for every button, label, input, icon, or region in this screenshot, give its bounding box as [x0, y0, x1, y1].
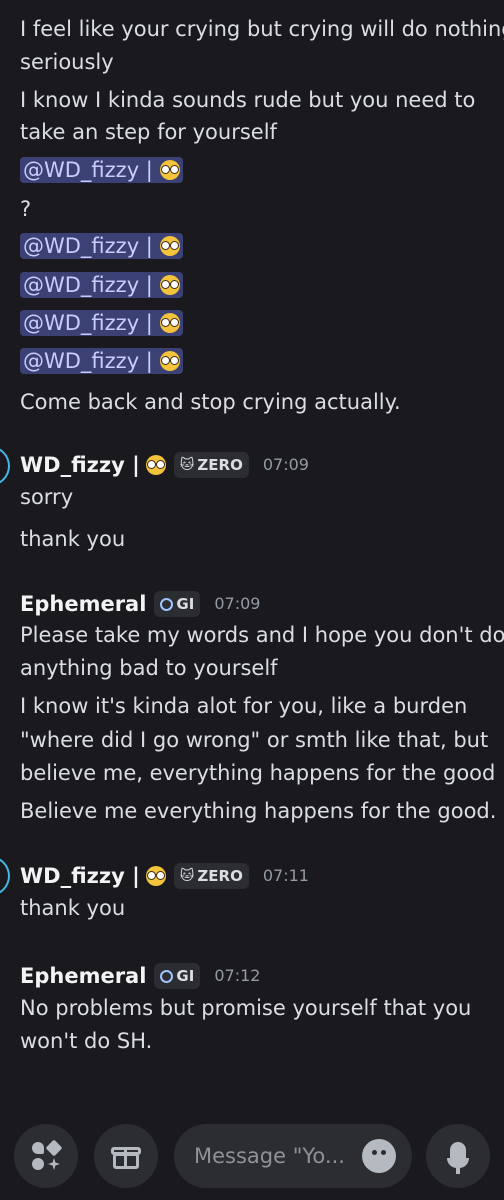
avatar[interactable]: [0, 446, 10, 486]
message-line: No problems but promise yourself that yo…: [20, 996, 472, 1020]
user-mention[interactable]: @WD_fizzy |: [20, 157, 183, 183]
moon-icon: [160, 597, 174, 611]
nerd-emoji-icon: [159, 313, 180, 333]
timestamp: 07:09: [214, 594, 261, 613]
message-line: "where did I go wrong" or smth like that…: [20, 728, 489, 752]
chat-messages: I feel like your crying but crying will …: [0, 0, 504, 1100]
message-line: thank you: [20, 896, 126, 920]
message-line: I feel like your crying but crying will …: [20, 17, 504, 41]
username[interactable]: Ephemeral: [20, 590, 146, 618]
guild-tag[interactable]: GI: [154, 963, 201, 989]
nerd-emoji-icon: [159, 160, 180, 180]
message-line: Please take my words and I hope you don'…: [20, 623, 504, 647]
avatar[interactable]: [0, 856, 10, 896]
message-line: Believe me everything happens for the go…: [20, 799, 497, 823]
mention-message: @WD_fizzy |: [20, 157, 183, 183]
message-line: take an step for yourself: [20, 120, 277, 144]
guild-tag[interactable]: GI: [154, 591, 201, 617]
mic-icon: [426, 1124, 490, 1188]
mention-message: @WD_fizzy |: [20, 233, 183, 259]
apps-icon: [31, 1139, 63, 1171]
nerd-emoji-icon: [145, 866, 166, 886]
cat-icon: 🐱: [179, 457, 195, 473]
message-line: believe me, everything happens for the g…: [20, 761, 496, 785]
message-line: ?: [20, 197, 32, 221]
message-header: WD_fizzy | 🐱 ZERO 07:11: [20, 862, 309, 890]
timestamp: 07:09: [262, 455, 309, 474]
gift-icon: [111, 1143, 141, 1169]
user-mention[interactable]: @WD_fizzy |: [20, 348, 183, 374]
composer-bar: Message "Yo...: [0, 1100, 504, 1200]
timestamp: 07:12: [214, 966, 261, 985]
apps-button[interactable]: [14, 1124, 78, 1188]
message-header: Ephemeral GI 07:12: [20, 962, 260, 990]
message-line: I know I kinda sounds rude but you need …: [20, 88, 476, 112]
message-line: thank you: [20, 527, 126, 551]
nerd-emoji-icon: [145, 455, 166, 475]
gift-button[interactable]: [94, 1124, 158, 1188]
mention-message: @WD_fizzy |: [20, 348, 183, 374]
voice-message-button[interactable]: [426, 1124, 490, 1188]
mention-message: @WD_fizzy |: [20, 272, 183, 298]
username[interactable]: WD_fizzy |: [20, 862, 140, 890]
guild-tag[interactable]: 🐱 ZERO: [173, 863, 249, 889]
message-header: Ephemeral GI 07:09: [20, 590, 260, 618]
moon-icon: [160, 969, 174, 983]
nerd-emoji-icon: [159, 351, 180, 371]
nerd-emoji-icon: [159, 236, 180, 256]
message-line: seriously: [20, 50, 114, 74]
username[interactable]: Ephemeral: [20, 962, 146, 990]
cat-icon: 🐱: [179, 868, 195, 884]
message-input[interactable]: Message "Yo...: [174, 1124, 412, 1188]
guild-tag[interactable]: 🐱 ZERO: [173, 452, 249, 478]
message-line: won't do SH.: [20, 1029, 153, 1053]
emoji-icon[interactable]: [362, 1139, 396, 1173]
user-mention[interactable]: @WD_fizzy |: [20, 272, 183, 298]
message-line: anything bad to yourself: [20, 656, 278, 680]
nerd-emoji-icon: [159, 275, 180, 295]
message-line: sorry: [20, 485, 74, 509]
mention-message: @WD_fizzy |: [20, 310, 183, 336]
username[interactable]: WD_fizzy |: [20, 451, 140, 479]
message-header: WD_fizzy | 🐱 ZERO 07:09: [20, 451, 309, 479]
message-line: Come back and stop crying actually.: [20, 390, 401, 414]
user-mention[interactable]: @WD_fizzy |: [20, 233, 183, 259]
message-line: I know it's kinda alot for you, like a b…: [20, 694, 468, 718]
timestamp: 07:11: [262, 866, 309, 885]
message-placeholder: Message "Yo...: [194, 1144, 345, 1168]
user-mention[interactable]: @WD_fizzy |: [20, 310, 183, 336]
